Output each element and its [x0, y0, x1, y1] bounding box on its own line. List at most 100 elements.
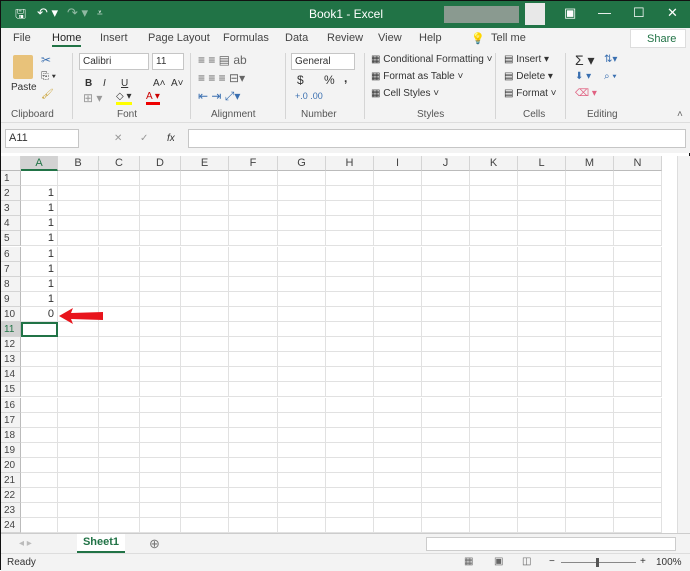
cell-H17[interactable] — [326, 412, 374, 428]
cell-C18[interactable] — [99, 427, 140, 443]
column-header-M[interactable]: M — [566, 156, 614, 171]
cell-H2[interactable] — [326, 186, 374, 202]
cell-L6[interactable] — [518, 246, 566, 262]
row-header-12[interactable]: 12 — [1, 337, 21, 353]
cell-F18[interactable] — [229, 427, 278, 443]
cell-H22[interactable] — [326, 488, 374, 504]
cell-E21[interactable] — [181, 473, 229, 488]
row-header-20[interactable]: 20 — [1, 457, 21, 473]
cell-H20[interactable] — [326, 457, 374, 473]
column-header-G[interactable]: G — [278, 156, 326, 171]
cell-K22[interactable] — [470, 488, 518, 504]
cell-G6[interactable] — [278, 246, 326, 262]
cell-L23[interactable] — [518, 503, 566, 519]
cell-F6[interactable] — [229, 246, 278, 262]
cell-H14[interactable] — [326, 367, 374, 383]
cell-I23[interactable] — [374, 503, 422, 519]
cell-E16[interactable] — [181, 397, 229, 413]
cell-N6[interactable] — [614, 246, 662, 262]
worksheet-grid[interactable]: A B C D E F G H I J K L M N 1 2 1 3 1 4 1 5 1 6 1 7 1 8 1 9 1 10 0 11 12 13… — [1, 156, 677, 533]
cell-G2[interactable] — [278, 186, 326, 202]
cell-H15[interactable] — [326, 382, 374, 398]
cell-I5[interactable] — [374, 231, 422, 247]
cell-K7[interactable] — [470, 261, 518, 277]
cell-L3[interactable] — [518, 201, 566, 217]
cell-E8[interactable] — [181, 276, 229, 292]
currency-button[interactable]: $ — [297, 73, 304, 87]
cell-D23[interactable] — [140, 503, 181, 519]
cell-I24[interactable] — [374, 518, 422, 533]
cell-G1[interactable] — [278, 171, 326, 186]
cell-C14[interactable] — [99, 367, 140, 383]
cell-E11[interactable] — [181, 322, 229, 337]
cell-K11[interactable] — [470, 322, 518, 337]
cell-B22[interactable] — [58, 488, 99, 504]
cell-B5[interactable] — [58, 231, 99, 247]
cell-D2[interactable] — [140, 186, 181, 202]
conditional-formatting-button[interactable]: ▦ Conditional Formatting ˅ — [371, 54, 492, 65]
cell-C13[interactable] — [99, 352, 140, 368]
cell-M21[interactable] — [566, 473, 614, 488]
row-header-7[interactable]: 7 — [1, 261, 21, 277]
comma-button[interactable]: , — [344, 71, 347, 85]
cell-C10[interactable] — [99, 306, 140, 322]
cell-I8[interactable] — [374, 276, 422, 292]
cell-L11[interactable] — [518, 322, 566, 337]
cell-I20[interactable] — [374, 457, 422, 473]
cell-M3[interactable] — [566, 201, 614, 217]
row-header-18[interactable]: 18 — [1, 427, 21, 443]
cell-I16[interactable] — [374, 397, 422, 413]
cell-F15[interactable] — [229, 382, 278, 398]
cell-C7[interactable] — [99, 261, 140, 277]
row-header-16[interactable]: 16 — [1, 397, 21, 413]
cell-F3[interactable] — [229, 201, 278, 217]
cell-N22[interactable] — [614, 488, 662, 504]
horizontal-scrollbar[interactable] — [426, 537, 676, 551]
cell-M9[interactable] — [566, 291, 614, 307]
cell-I3[interactable] — [374, 201, 422, 217]
cell-D22[interactable] — [140, 488, 181, 504]
cell-F16[interactable] — [229, 397, 278, 413]
cell-B18[interactable] — [58, 427, 99, 443]
cell-G16[interactable] — [278, 397, 326, 413]
cell-C5[interactable] — [99, 231, 140, 247]
cell-F19[interactable] — [229, 442, 278, 458]
row-header-21[interactable]: 21 — [1, 473, 21, 488]
cell-J10[interactable] — [422, 306, 470, 322]
cell-J9[interactable] — [422, 291, 470, 307]
cell-L21[interactable] — [518, 473, 566, 488]
cell-C4[interactable] — [99, 216, 140, 232]
cell-L1[interactable] — [518, 171, 566, 186]
cell-A4[interactable]: 1 — [21, 216, 58, 232]
zoom-slider-thumb[interactable] — [596, 558, 599, 567]
cell-K24[interactable] — [470, 518, 518, 533]
tab-view[interactable]: View — [378, 32, 402, 44]
cell-D4[interactable] — [140, 216, 181, 232]
row-header-5[interactable]: 5 — [1, 231, 21, 247]
cell-D13[interactable] — [140, 352, 181, 368]
font-color-icon[interactable]: A ▾ — [146, 91, 160, 105]
paste-button[interactable]: Paste — [11, 82, 37, 93]
cell-E22[interactable] — [181, 488, 229, 504]
cell-E2[interactable] — [181, 186, 229, 202]
cell-G17[interactable] — [278, 412, 326, 428]
cell-I14[interactable] — [374, 367, 422, 383]
cell-K23[interactable] — [470, 503, 518, 519]
cell-C16[interactable] — [99, 397, 140, 413]
cell-H10[interactable] — [326, 306, 374, 322]
cell-H11[interactable] — [326, 322, 374, 337]
cell-A5[interactable]: 1 — [21, 231, 58, 247]
row-header-8[interactable]: 8 — [1, 276, 21, 292]
cell-M13[interactable] — [566, 352, 614, 368]
cell-D18[interactable] — [140, 427, 181, 443]
cell-G3[interactable] — [278, 201, 326, 217]
cell-G12[interactable] — [278, 337, 326, 353]
cell-A9[interactable]: 1 — [21, 291, 58, 307]
row-header-4[interactable]: 4 — [1, 216, 21, 232]
cell-C11[interactable] — [99, 322, 140, 337]
cell-C22[interactable] — [99, 488, 140, 504]
cell-A7[interactable]: 1 — [21, 261, 58, 277]
cell-B1[interactable] — [58, 171, 99, 186]
cell-J8[interactable] — [422, 276, 470, 292]
cell-H13[interactable] — [326, 352, 374, 368]
